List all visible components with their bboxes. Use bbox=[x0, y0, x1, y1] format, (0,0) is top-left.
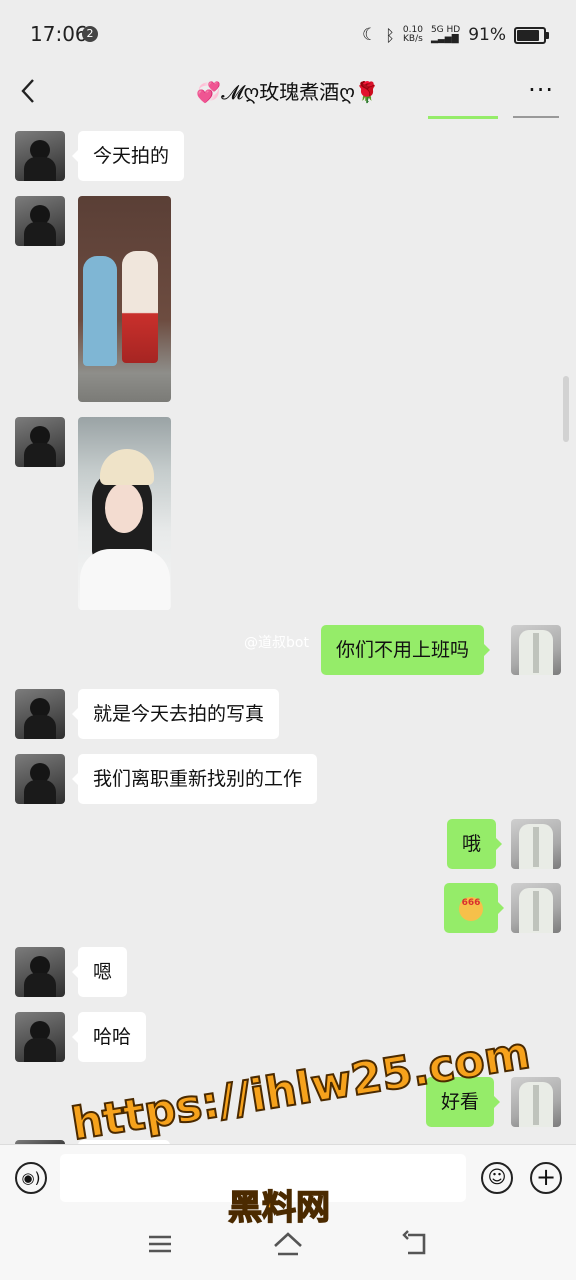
net-speed-unit: KB/s bbox=[403, 34, 423, 44]
more-options-icon[interactable]: ··· bbox=[528, 76, 554, 104]
emoji-icon[interactable]: ☺ bbox=[481, 1162, 513, 1194]
scrollbar[interactable] bbox=[563, 376, 569, 442]
plus-icon[interactable]: + bbox=[530, 1162, 562, 1194]
message-list[interactable]: 今天拍的 @道叔bot 你们不用上班吗 就是今天去拍的写真 我们离职重新找别的工… bbox=[0, 116, 576, 1144]
battery-percent: 91% bbox=[468, 25, 506, 45]
watermark-text: 黑料网 bbox=[227, 1187, 331, 1229]
contact-avatar[interactable] bbox=[15, 417, 65, 467]
voice-icon[interactable]: ◉) bbox=[15, 1162, 47, 1194]
notification-badge: 2 bbox=[82, 26, 98, 42]
incoming-message[interactable]: 嗯 bbox=[71, 947, 128, 997]
back-icon[interactable] bbox=[396, 1224, 436, 1264]
photo-figure bbox=[122, 251, 158, 363]
self-avatar[interactable] bbox=[511, 819, 561, 869]
contact-avatar[interactable] bbox=[15, 947, 65, 997]
status-icons: ☾ ᛒ 0.10 KB/s 5G HD ▂▃▅▇ 91% bbox=[362, 22, 549, 48]
photo-figure bbox=[105, 483, 143, 533]
photo-figure bbox=[80, 549, 170, 610]
partial-avatar bbox=[513, 116, 559, 118]
contact-avatar[interactable] bbox=[15, 196, 65, 246]
status-bar: 17:06 2 ☾ ᛒ 0.10 KB/s 5G HD ▂▃▅▇ 91% bbox=[0, 0, 576, 66]
battery-icon bbox=[514, 26, 549, 44]
chat-title: 💞𝓜ღ玫瑰煮酒ღ🌹 bbox=[196, 80, 380, 104]
net-speed: 0.10 KB/s bbox=[403, 26, 423, 44]
contact-avatar[interactable] bbox=[15, 131, 65, 181]
image-message[interactable] bbox=[78, 417, 171, 610]
outgoing-message[interactable]: 哦 bbox=[447, 819, 503, 869]
network-type: 5G HD bbox=[430, 25, 461, 35]
home-icon[interactable] bbox=[268, 1224, 308, 1264]
incoming-message[interactable]: 就是今天去拍的写真 bbox=[71, 689, 280, 739]
contact-avatar[interactable] bbox=[15, 689, 65, 739]
self-avatar[interactable] bbox=[511, 625, 561, 675]
incoming-message[interactable]: 我们离职重新找别的工作 bbox=[71, 754, 318, 804]
bluetooth-icon: ᛒ bbox=[385, 25, 395, 45]
chat-header: 💞𝓜ღ玫瑰煮酒ღ🌹 ··· bbox=[0, 66, 576, 116]
menu-icon[interactable] bbox=[140, 1224, 180, 1264]
self-avatar[interactable] bbox=[511, 1077, 561, 1127]
emoji-sticker-icon: 666 bbox=[459, 897, 483, 921]
image-message[interactable] bbox=[78, 196, 171, 402]
moon-icon: ☾ bbox=[362, 25, 378, 45]
photo-figure bbox=[100, 449, 154, 485]
incoming-message[interactable]: 哈哈 bbox=[71, 1012, 147, 1062]
status-time: 17:06 bbox=[30, 22, 88, 46]
contact-avatar[interactable] bbox=[15, 754, 65, 804]
self-avatar[interactable] bbox=[511, 883, 561, 933]
contact-avatar[interactable] bbox=[15, 1012, 65, 1062]
weibo-watermark: @道叔bot bbox=[244, 635, 309, 651]
photo-figure bbox=[83, 256, 117, 366]
signal-icon: 5G HD ▂▃▅▇ bbox=[430, 25, 461, 44]
outgoing-message[interactable]: 你们不用上班吗 bbox=[321, 625, 491, 675]
incoming-message[interactable]: 今天拍的 bbox=[71, 131, 185, 181]
partial-bubble bbox=[428, 116, 498, 119]
